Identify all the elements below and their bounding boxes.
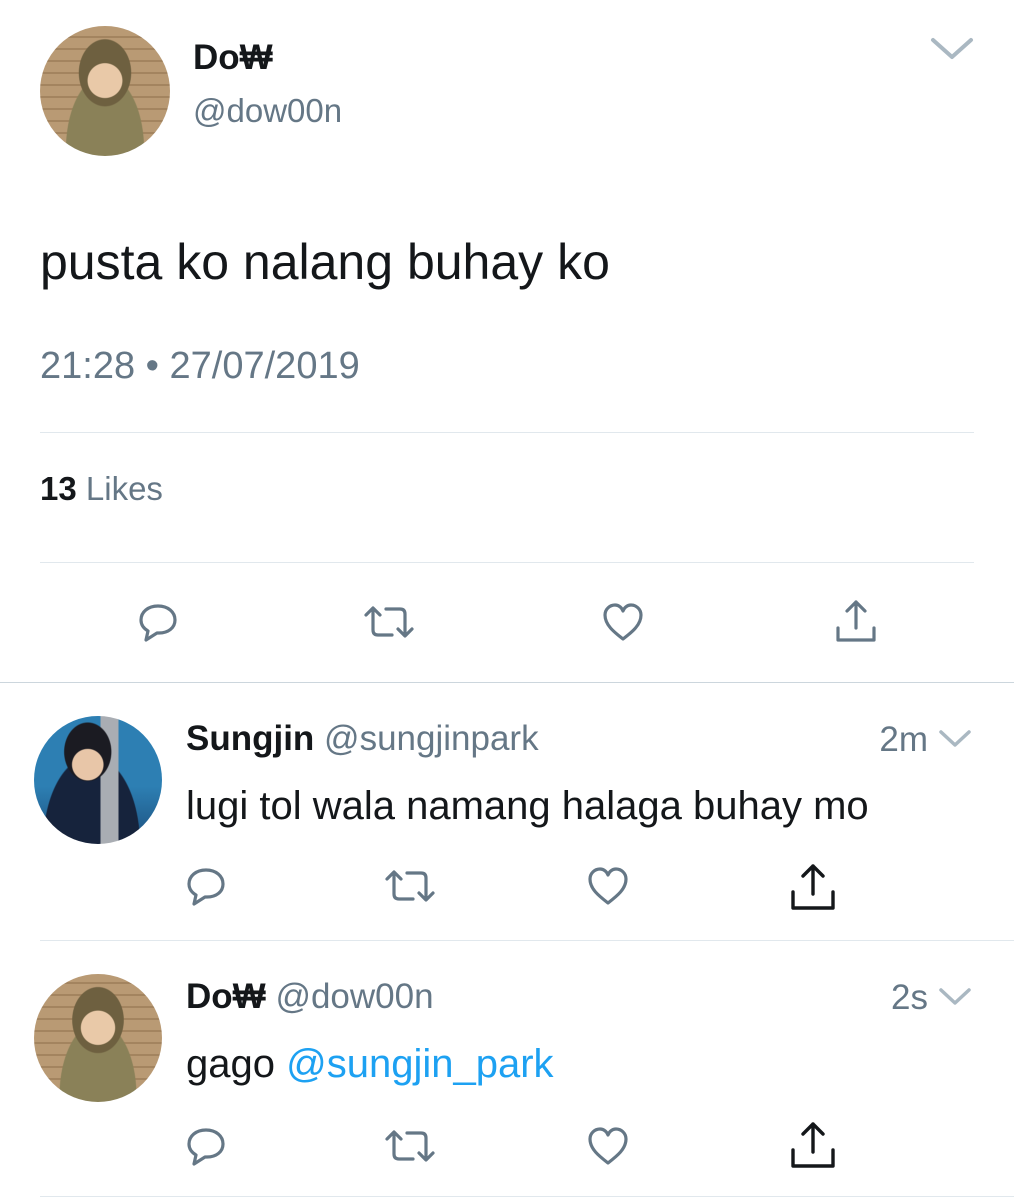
share-button[interactable] <box>788 1120 838 1170</box>
reply-header[interactable]: Sungjin @sungjinpark <box>186 718 539 760</box>
timestamp-time: 21:28 <box>40 345 136 387</box>
retweet-button[interactable] <box>383 1124 437 1168</box>
retweet-icon <box>385 870 435 902</box>
like-button[interactable] <box>585 1124 631 1168</box>
reply-icon <box>187 868 225 906</box>
share-icon <box>791 864 835 910</box>
reply-text-body: gago <box>186 1042 275 1086</box>
share-icon <box>836 600 876 642</box>
main-tweet-text: pusta ko nalang buhay ko <box>40 234 610 290</box>
like-button[interactable] <box>585 864 631 908</box>
reply-icon <box>139 604 177 642</box>
likes-stat[interactable]: 13 Likes <box>40 470 163 508</box>
reply-avatar[interactable] <box>34 716 162 844</box>
share-button[interactable] <box>832 598 880 646</box>
retweet-icon <box>385 1130 435 1162</box>
reply-button[interactable] <box>184 1124 228 1168</box>
reply-button[interactable] <box>136 600 180 644</box>
chevron-down-icon[interactable] <box>930 36 974 62</box>
retweet-button[interactable] <box>383 864 437 908</box>
timestamp-separator: • <box>145 345 159 387</box>
timestamp-date: 27/07/2019 <box>169 345 360 387</box>
reply-header[interactable]: Do₩ @dow00n <box>186 976 434 1018</box>
reply-author-name: Sungjin <box>186 719 315 758</box>
retweet-button[interactable] <box>362 600 416 644</box>
share-button[interactable] <box>788 862 838 912</box>
divider <box>40 432 974 433</box>
reply-author-handle: @dow00n <box>275 977 434 1016</box>
likes-label: Likes <box>85 470 163 507</box>
divider <box>40 562 974 563</box>
like-icon <box>588 867 628 905</box>
mention-link[interactable]: @sungjin_park <box>286 1042 553 1086</box>
reply-author-name: Do₩ <box>186 977 266 1016</box>
main-tweet-avatar[interactable] <box>40 26 170 156</box>
reply-icon <box>187 1128 225 1166</box>
chevron-down-icon[interactable] <box>938 986 972 1008</box>
likes-count: 13 <box>40 470 77 507</box>
reply-button[interactable] <box>184 864 228 908</box>
main-tweet-author-handle[interactable]: @dow00n <box>193 91 342 131</box>
like-icon <box>603 603 643 641</box>
share-icon <box>791 1122 835 1168</box>
chevron-down-icon[interactable] <box>938 728 972 750</box>
reply-age: 2m <box>879 720 928 759</box>
main-tweet-author-name[interactable]: Do₩ <box>193 38 273 78</box>
divider <box>40 1196 1014 1197</box>
reply-text: gago @sungjin_park <box>186 1040 554 1088</box>
divider <box>0 682 1014 683</box>
retweet-icon <box>364 606 414 638</box>
reply-age: 2s <box>891 978 928 1017</box>
main-tweet-timestamp[interactable]: 21:28 • 27/07/2019 <box>40 344 360 388</box>
like-button[interactable] <box>600 600 646 644</box>
reply-text: lugi tol wala namang halaga buhay mo <box>186 784 869 828</box>
divider <box>40 940 1014 941</box>
like-icon <box>588 1127 628 1165</box>
reply-author-handle: @sungjinpark <box>324 719 539 758</box>
reply-avatar[interactable] <box>34 974 162 1102</box>
